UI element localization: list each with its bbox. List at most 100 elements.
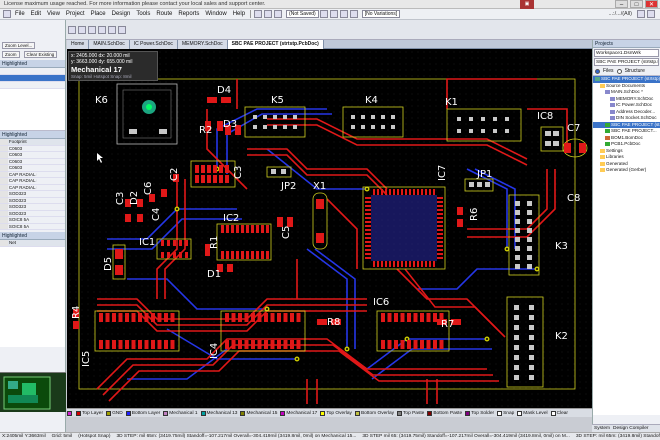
zoom-level-button[interactable]: Zoom Level...	[2, 42, 36, 49]
list-item[interactable]	[0, 68, 65, 75]
col-header[interactable]	[0, 139, 8, 145]
tab-design-compiler[interactable]: Design Compiler	[613, 425, 648, 432]
pad	[514, 325, 519, 330]
layer-tab[interactable]	[67, 410, 73, 416]
polygon-icon[interactable]	[118, 26, 126, 34]
menu-window[interactable]: Window	[202, 11, 229, 17]
col-header-net[interactable]: Net	[8, 240, 38, 246]
menu-place[interactable]: Place	[88, 11, 109, 17]
pad	[393, 261, 395, 267]
layer-tab[interactable]: GND	[106, 410, 123, 416]
cross-probe-icon[interactable]	[349, 10, 358, 18]
tab-main-schdoc[interactable]: MAIN.SchDoc	[89, 40, 130, 49]
pad	[437, 229, 443, 231]
menu-design[interactable]: Design	[109, 11, 134, 17]
zoom-checkbox[interactable]: Zoom	[2, 51, 20, 58]
save-icon[interactable]	[254, 10, 263, 18]
variations-combo[interactable]: [No Variations]	[361, 10, 401, 18]
layer-tab[interactable]: Top Solder	[465, 410, 494, 416]
layer-tab[interactable]: Bottom Paste	[427, 410, 462, 416]
close-button[interactable]: ✕	[645, 0, 658, 8]
layer-tab[interactable]: Mask Level	[517, 410, 548, 416]
pad	[244, 313, 249, 322]
layer-tab[interactable]: Mechanical 13	[200, 410, 237, 416]
folder-open-icon[interactable]	[3, 10, 11, 18]
menu-edit[interactable]: Edit	[28, 11, 44, 17]
tab-memory-schdoc[interactable]: MEMORY.SchDoc	[177, 40, 228, 49]
clear-existing-checkbox[interactable]: Clear Existing	[23, 51, 58, 58]
project-field[interactable]: SBC PAE PROJECT (strtstp.PcbPrj)	[594, 58, 659, 66]
layer-tab[interactable]: Mechanical 17	[280, 410, 317, 416]
col-header[interactable]	[0, 240, 8, 246]
col-header[interactable]	[37, 139, 65, 145]
table-cell	[37, 191, 65, 197]
tab-home[interactable]: Home	[67, 40, 90, 49]
pcb-toolbar	[68, 26, 126, 34]
pcb-board-svg[interactable]: K6 D4 R2 D3 K5 K4 K1 IC8 C7 C8 C3 JP2 X1…	[67, 49, 592, 408]
list-item[interactable]	[0, 82, 65, 89]
layer-tab[interactable]: Snap	[497, 410, 514, 416]
menu-route[interactable]: Route	[153, 11, 175, 17]
board-thumbnail[interactable]	[0, 372, 66, 412]
maximize-button[interactable]: □	[630, 0, 643, 8]
layer-tab[interactable]: Top Overlay	[320, 410, 352, 416]
layer-tab[interactable]: Top Paste	[397, 410, 424, 416]
label-ic5: IC5	[81, 351, 92, 367]
layer-tab[interactable]: Mechanical 1	[163, 410, 198, 416]
layer-label: Top Layer	[82, 410, 104, 416]
place-text-icon[interactable]	[108, 26, 116, 34]
pad	[365, 237, 371, 239]
menu-tools[interactable]: Tools	[133, 11, 153, 17]
place-via-icon[interactable]	[88, 26, 96, 34]
files-radio[interactable]	[595, 68, 600, 74]
select-icon[interactable]	[68, 26, 76, 34]
pad	[118, 313, 123, 322]
toolbar-row	[0, 20, 660, 40]
tab-ic-power-schdoc[interactable]: IC Power.SchDoc	[129, 40, 178, 49]
layer-tab[interactable]: Top Layer	[76, 410, 104, 416]
forward-icon[interactable]	[647, 10, 655, 18]
place-pad-icon[interactable]	[98, 26, 106, 34]
component-ic7[interactable]	[362, 186, 446, 270]
list-item-selected[interactable]	[0, 75, 65, 82]
menu-file[interactable]: File	[12, 11, 28, 17]
back-icon[interactable]	[637, 10, 645, 18]
sheet-combo[interactable]: (Not Saved)	[286, 10, 319, 18]
pcb-canvas[interactable]: K6 D4 R2 D3 K5 K4 K1 IC8 C7 C8 C3 JP2 X1…	[67, 49, 592, 408]
menu-view[interactable]: View	[44, 11, 63, 17]
layer-color-swatch	[427, 410, 433, 416]
pad	[437, 233, 443, 235]
table-cell: SOD323	[8, 204, 27, 209]
pad	[407, 340, 411, 349]
table-row[interactable]: SOIC8 5A	[0, 223, 65, 230]
print-icon[interactable]	[264, 10, 273, 18]
pad	[164, 313, 168, 322]
pad	[151, 313, 155, 322]
interactive-route-icon[interactable]	[78, 26, 86, 34]
menu-reports[interactable]: Reports	[175, 11, 202, 17]
layer-label: Top Overlay	[326, 410, 352, 416]
label-c8: C8	[567, 193, 580, 204]
structure-radio[interactable]	[616, 68, 622, 74]
layer-tab[interactable]: Bottom Overlay	[354, 410, 394, 416]
pad	[157, 313, 162, 322]
undo-icon[interactable]	[319, 10, 328, 18]
col-header-footprint[interactable]: Footprint	[8, 139, 38, 145]
route-icon[interactable]	[339, 10, 348, 18]
minimize-button[interactable]: –	[615, 0, 628, 8]
pad	[226, 251, 229, 259]
layer-tab[interactable]: Mechanical 15	[240, 410, 277, 416]
layer-tab[interactable]: Bottom Layer	[125, 410, 161, 416]
tab-system[interactable]: System	[594, 425, 610, 432]
menu-help[interactable]: Help	[230, 11, 248, 17]
pad	[179, 252, 182, 258]
layer-label: Bottom Layer	[131, 410, 161, 416]
menu-project[interactable]: Project	[63, 11, 88, 17]
layer-tab[interactable]: Clear	[550, 410, 568, 416]
workspace-field[interactable]: Workspace1.DsnWrk	[594, 49, 659, 57]
redo-icon[interactable]	[329, 10, 338, 18]
pad	[417, 261, 419, 267]
tree-item[interactable]: Generated (Gerber)	[593, 167, 660, 174]
zoom-icon[interactable]	[274, 10, 283, 18]
tab-pcbdoc[interactable]: SBC PAE PROJECT (strtstp.PcbDoc)	[227, 40, 324, 49]
